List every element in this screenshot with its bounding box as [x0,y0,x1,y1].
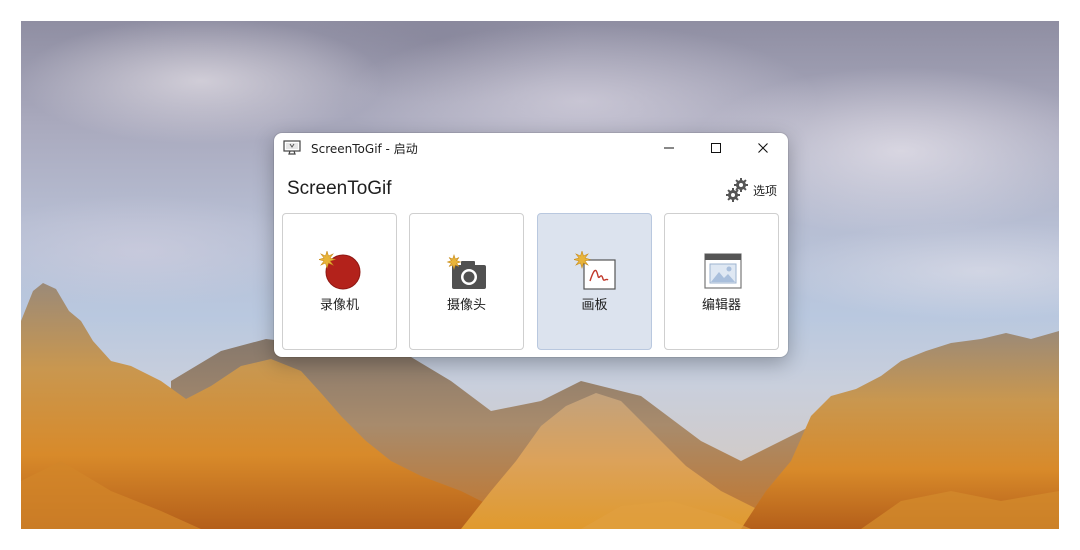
editor-tile[interactable]: 编辑器 [664,213,779,350]
webcam-icon [446,254,486,289]
editor-label: 编辑器 [701,298,741,313]
webcam-tile[interactable]: 摄像头 [409,213,524,350]
minimize-icon [664,147,674,149]
recorder-tile[interactable]: 录像机 [282,213,397,350]
close-button[interactable] [740,133,786,163]
webcam-label: 摄像头 [446,298,486,313]
options-label: 选项 [753,183,778,198]
monitor-icon [283,140,301,155]
board-icon [574,251,616,290]
launch-tiles: 录像机 摄像头 画板 编辑器 [282,213,780,351]
board-tile[interactable]: 画板 [537,213,652,350]
editor-icon [704,253,742,289]
recorder-label: 录像机 [319,298,359,313]
app-name-heading: ScreenToGif [287,178,392,199]
recorder-icon [319,251,361,290]
gears-icon [726,178,748,202]
board-label: 画板 [581,298,608,313]
maximize-button[interactable] [693,133,739,163]
title-bar[interactable]: ScreenToGif - 启动 [274,133,788,163]
start-window: ScreenToGif - 启动 ScreenToGif 选项 录像机 摄像头 … [274,133,788,357]
window-title: ScreenToGif - 启动 [311,142,418,156]
close-icon [758,143,768,153]
maximize-icon [711,143,721,153]
minimize-button[interactable] [646,133,692,163]
options-button[interactable]: 选项 [726,177,777,203]
